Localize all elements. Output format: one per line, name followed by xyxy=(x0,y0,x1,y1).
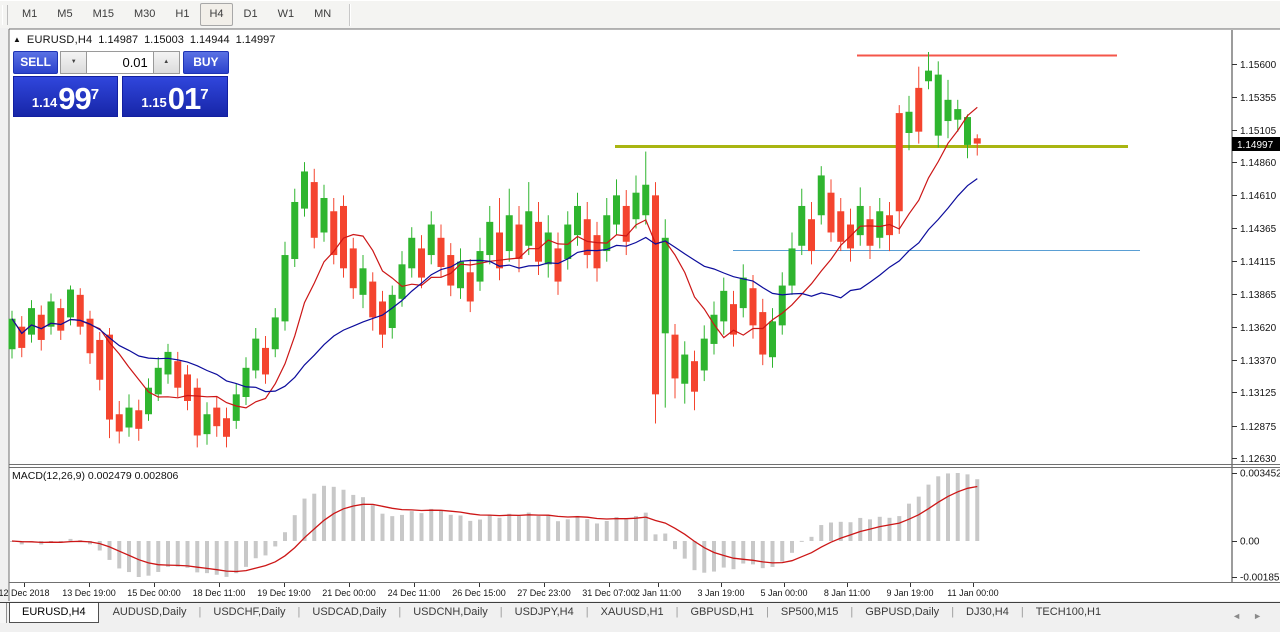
chart-header: ▲ EURUSD,H4 1.14987 1.15003 1.14944 1.14… xyxy=(13,34,275,46)
symbol-tab-TECH100-H1[interactable]: TECH100,H1 xyxy=(1024,603,1113,622)
collapse-triangle-icon[interactable]: ▲ xyxy=(13,35,21,44)
symbol-tab-SP500-M15[interactable]: SP500,M15 xyxy=(769,603,850,622)
bar-high-value: 1.15003 xyxy=(144,34,184,46)
timeframe-button-H4[interactable]: H4 xyxy=(200,3,232,26)
volume-increase-icon[interactable]: ▲ xyxy=(154,51,180,74)
timeframe-button-M15[interactable]: M15 xyxy=(84,3,123,26)
chart-symbol-label: EURUSD,H4 xyxy=(27,34,92,46)
timeframe-button-MN[interactable]: MN xyxy=(305,3,340,26)
sell-price-button[interactable]: 1.14 99 7 xyxy=(13,76,118,117)
tab-bar-edge xyxy=(0,603,7,623)
svg-text:13 Dec 19:00: 13 Dec 19:00 xyxy=(62,588,116,598)
svg-text:26 Dec 15:00: 26 Dec 15:00 xyxy=(452,588,506,598)
svg-text:8 Jan 11:00: 8 Jan 11:00 xyxy=(824,588,870,598)
tab-scroll-left-icon[interactable]: ◄ xyxy=(1232,611,1253,621)
macd-main-value: 0.002479 xyxy=(88,470,132,482)
symbol-tab-EURUSD-H4[interactable]: EURUSD,H4 xyxy=(9,603,99,623)
svg-text:1.12630: 1.12630 xyxy=(1240,454,1277,465)
svg-text:0.003452: 0.003452 xyxy=(1240,469,1280,480)
sell-price-big: 99 xyxy=(58,85,90,113)
timeframe-button-M1[interactable]: M1 xyxy=(13,3,46,26)
symbol-tab-USDCHF-Daily[interactable]: USDCHF,Daily xyxy=(201,603,297,622)
volume-input[interactable]: 0.01 xyxy=(86,51,154,74)
svg-text:21 Dec 00:00: 21 Dec 00:00 xyxy=(322,588,376,598)
buy-price-pipette: 7 xyxy=(200,90,208,100)
timeframe-toolbar: M1M5M15M30H1H4D1W1MN xyxy=(0,0,1280,28)
timeframe-button-M5[interactable]: M5 xyxy=(48,3,81,26)
buy-price-prefix: 1.15 xyxy=(141,93,166,113)
toolbar-separator xyxy=(349,4,351,26)
svg-text:1.15600: 1.15600 xyxy=(1240,60,1277,71)
svg-text:1.14610: 1.14610 xyxy=(1240,191,1277,202)
svg-text:27 Dec 23:00: 27 Dec 23:00 xyxy=(517,588,571,598)
symbol-tab-AUDUSD-Daily[interactable]: AUDUSD,Daily xyxy=(101,603,199,622)
svg-text:24 Dec 11:00: 24 Dec 11:00 xyxy=(388,588,441,598)
macd-signal-value: 0.002806 xyxy=(135,470,179,482)
svg-text:1.15105: 1.15105 xyxy=(1240,126,1277,137)
sell-button[interactable]: SELL xyxy=(13,51,58,74)
tab-scroll-nav: ◄► xyxy=(1232,611,1274,621)
svg-text:11 Jan 00:00: 11 Jan 00:00 xyxy=(947,588,998,598)
svg-text:3 Jan 19:00: 3 Jan 19:00 xyxy=(697,588,744,598)
macd-indicator-label: MACD(12,26,9) 0.002479 0.002806 xyxy=(12,470,178,482)
svg-text:1.14115: 1.14115 xyxy=(1240,257,1276,268)
svg-text:18 Dec 11:00: 18 Dec 11:00 xyxy=(193,588,246,598)
symbol-tab-XAUUSD-H1[interactable]: XAUUSD,H1 xyxy=(589,603,676,622)
bar-open-value: 1.14987 xyxy=(98,34,138,46)
timeframe-button-M30[interactable]: M30 xyxy=(125,3,164,26)
toolbar-grip[interactable] xyxy=(2,5,8,25)
svg-text:1.13620: 1.13620 xyxy=(1240,323,1277,334)
svg-text:1.13370: 1.13370 xyxy=(1240,356,1277,367)
svg-text:31 Dec 07:00: 31 Dec 07:00 xyxy=(582,588,636,598)
svg-text:-0.001851: -0.001851 xyxy=(1240,573,1280,584)
buy-button[interactable]: BUY xyxy=(183,51,229,74)
sell-price-prefix: 1.14 xyxy=(32,93,57,113)
svg-text:1.15355: 1.15355 xyxy=(1240,93,1277,104)
svg-text:12 Dec 2018: 12 Dec 2018 xyxy=(0,588,50,598)
mt4-window: M1M5M15M30H1H4D1W1MN 1.156001.153551.151… xyxy=(0,0,1280,632)
symbol-tab-DJ30-H4[interactable]: DJ30,H4 xyxy=(954,603,1021,622)
svg-text:15 Dec 00:00: 15 Dec 00:00 xyxy=(127,588,181,598)
svg-text:9 Jan 19:00: 9 Jan 19:00 xyxy=(886,588,933,598)
timeframe-button-H1[interactable]: H1 xyxy=(166,3,198,26)
svg-text:19 Dec 19:00: 19 Dec 19:00 xyxy=(257,588,311,598)
sell-price-pipette: 7 xyxy=(91,90,99,100)
svg-text:1.14997: 1.14997 xyxy=(1237,140,1274,151)
symbol-tab-GBPUSD-Daily[interactable]: GBPUSD,Daily xyxy=(853,603,951,622)
volume-decrease-icon[interactable]: ▼ xyxy=(60,51,86,74)
svg-text:5 Jan 00:00: 5 Jan 00:00 xyxy=(760,588,807,598)
symbol-tab-GBPUSD-H1[interactable]: GBPUSD,H1 xyxy=(678,603,766,622)
bar-low-value: 1.14944 xyxy=(190,34,230,46)
buy-price-button[interactable]: 1.15 01 7 xyxy=(122,76,228,117)
svg-text:0.00: 0.00 xyxy=(1240,537,1260,548)
chart-tab-bar: EURUSD,H4AUDUSD,Daily|USDCHF,Daily|USDCA… xyxy=(0,602,1280,632)
svg-text:1.13865: 1.13865 xyxy=(1240,290,1277,301)
symbol-tab-USDJPY-H4[interactable]: USDJPY,H4 xyxy=(503,603,586,622)
macd-name: MACD(12,26,9) xyxy=(12,470,85,482)
tab-scroll-right-icon[interactable]: ► xyxy=(1253,611,1274,621)
timeframe-button-W1[interactable]: W1 xyxy=(269,3,304,26)
svg-text:2 Jan 11:00: 2 Jan 11:00 xyxy=(635,588,681,598)
symbol-tab-USDCAD-Daily[interactable]: USDCAD,Daily xyxy=(300,603,398,622)
svg-text:1.14860: 1.14860 xyxy=(1240,158,1277,169)
symbol-tab-USDCNH-Daily[interactable]: USDCNH,Daily xyxy=(401,603,500,622)
svg-text:1.14365: 1.14365 xyxy=(1240,224,1277,235)
buy-price-big: 01 xyxy=(168,85,200,113)
one-click-trading-widget: SELL ▼ 0.01 ▲ BUY 1.14 99 7 1.15 01 7 xyxy=(13,51,229,117)
svg-text:1.13125: 1.13125 xyxy=(1240,388,1277,399)
bar-close-value: 1.14997 xyxy=(236,34,276,46)
timeframe-button-D1[interactable]: D1 xyxy=(235,3,267,26)
svg-text:1.12875: 1.12875 xyxy=(1240,422,1277,433)
